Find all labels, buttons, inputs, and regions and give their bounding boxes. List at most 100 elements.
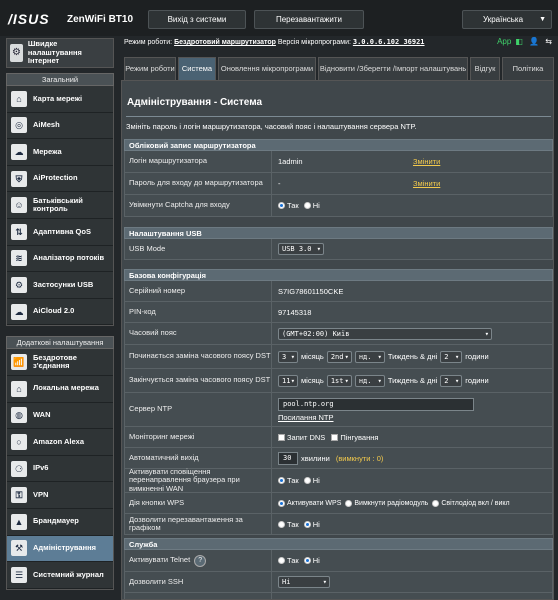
sidebar-item[interactable]: ⛨ AiProtection bbox=[7, 165, 113, 193]
sidebar-item[interactable]: ⇅ Адаптивна QoS bbox=[7, 218, 113, 246]
wps-activate-radio[interactable] bbox=[278, 499, 285, 507]
captcha-yes-radio[interactable] bbox=[278, 202, 285, 209]
model-name: ZenWiFi BT10 bbox=[67, 14, 134, 25]
advanced-header: Додаткові налаштування bbox=[6, 336, 114, 350]
ping-checkbox[interactable] bbox=[331, 433, 339, 441]
reboot-schedule-no-radio[interactable] bbox=[303, 520, 311, 528]
dst-end-week-select[interactable]: 1st bbox=[326, 374, 352, 387]
captcha-no-radio[interactable] bbox=[303, 202, 311, 209]
sidebar-item[interactable]: ☁ AiCloud 2.0 bbox=[7, 298, 113, 326]
sidebar-item[interactable]: ☰ Системний журнал bbox=[7, 562, 113, 589]
sidebar-item[interactable]: ◍ WAN bbox=[7, 402, 113, 430]
wan-icon: ◍ bbox=[11, 407, 27, 424]
mode-value[interactable]: Бездротовий маршрутизатор bbox=[174, 39, 276, 46]
ssh-select[interactable]: Ні bbox=[278, 576, 330, 588]
tab-system[interactable]: Система bbox=[178, 57, 216, 80]
pin-row: PIN-код 97145318 bbox=[124, 302, 553, 323]
tab-policy[interactable]: Політика bbox=[502, 57, 554, 80]
ntp-link[interactable]: Посилання NTP bbox=[278, 413, 333, 422]
redirect-yes-radio[interactable] bbox=[278, 477, 285, 484]
sidebar-item[interactable]: ⚿ VPN bbox=[7, 482, 113, 509]
alexa-icon: ○ bbox=[11, 433, 27, 450]
sidebar-item[interactable]: ⌂ Локальна мережа bbox=[7, 375, 113, 403]
wps-radio-off-radio[interactable] bbox=[345, 499, 353, 507]
change-login-link[interactable]: Змінити bbox=[413, 157, 440, 166]
chevron-down-icon: ▼ bbox=[539, 16, 546, 23]
sidebar-item[interactable]: ☁ Мережа bbox=[7, 139, 113, 166]
auto-logout-row: Автоматичний вихід 30 хвилини (вимкнути … bbox=[124, 448, 553, 469]
aiprotection-icon: ⛨ bbox=[11, 170, 27, 187]
pin-label: PIN-код bbox=[125, 302, 272, 322]
auto-logout-hint: (вимкнути : 0) bbox=[335, 453, 384, 463]
telnet-yes-radio[interactable] bbox=[278, 557, 285, 564]
page-title: Адміністрування - Система bbox=[127, 97, 263, 108]
logout-button[interactable]: Вихід з системи bbox=[148, 10, 246, 29]
dst-start-row: Починається заміна часового поясу DST 3 … bbox=[124, 345, 553, 369]
sidebar-item[interactable]: ○ Amazon Alexa bbox=[7, 429, 113, 456]
aicloud-icon: ☁ bbox=[11, 303, 27, 320]
reboot-schedule-yes-radio[interactable] bbox=[278, 520, 285, 528]
sidebar-item-label: Застосунки USB bbox=[33, 279, 94, 289]
telnet-no-radio[interactable] bbox=[303, 557, 311, 564]
dst-start-week-select[interactable]: 2nd bbox=[326, 350, 352, 363]
dst-start-month-word: місяць bbox=[301, 352, 324, 361]
help-icon[interactable]: ? bbox=[194, 554, 207, 567]
redirect-no-radio[interactable] bbox=[303, 477, 311, 484]
dst-end-day-select[interactable]: нд. bbox=[354, 374, 385, 387]
sidebar-item[interactable]: ◎ AiMesh bbox=[7, 112, 113, 140]
app-icon[interactable]: ◧ bbox=[515, 37, 523, 46]
dst-end-month-select[interactable]: 11 bbox=[278, 374, 298, 387]
language-select[interactable]: Українська ▼ bbox=[462, 10, 552, 29]
dst-end-week-word: Тиждень & дні bbox=[387, 376, 438, 385]
dst-start-month-select[interactable]: 3 bbox=[278, 350, 298, 363]
wps-led-radio[interactable] bbox=[432, 499, 440, 507]
sidebar-item[interactable]: ☺ Батьківський контроль bbox=[7, 192, 113, 219]
tab-feedback[interactable]: Відгук bbox=[470, 57, 500, 80]
password-row: Пароль для входу до маршрутизатора - Змі… bbox=[124, 173, 553, 195]
dst-end-hour-select[interactable]: 2 bbox=[440, 374, 463, 387]
dns-query-checkbox[interactable] bbox=[278, 433, 285, 441]
reboot-button[interactable]: Перезавантажити bbox=[254, 10, 364, 29]
sidebar-item[interactable]: 📶 Бездротове з'єднання bbox=[7, 349, 113, 376]
telnet-label: Активувати Telnet bbox=[129, 555, 191, 565]
user-icon[interactable]: 👤 bbox=[529, 37, 539, 46]
sidebar-item[interactable]: ⚒ Адміністрування bbox=[7, 535, 113, 563]
firmware-value[interactable]: 3.0.0.6.102_36921 bbox=[353, 38, 425, 46]
sidebar-item[interactable]: ≋ Аналізатор потоків bbox=[7, 245, 113, 273]
auto-logout-input[interactable]: 30 bbox=[278, 451, 298, 465]
aimesh-icon: ◎ bbox=[11, 117, 27, 134]
sidebar-item-label: Карта мережі bbox=[33, 93, 83, 103]
captcha-row: Увімкнути Captcha для входу Так Ні bbox=[124, 195, 553, 217]
redirect-row: Активувати сповіщення перенаправлення бр… bbox=[124, 467, 553, 493]
ntp-server-input[interactable]: pool.ntp.org bbox=[278, 397, 474, 411]
basic-config-section: Базова конфігурація Серійний номер S7IG7… bbox=[124, 269, 553, 535]
ping-label: Пінгування bbox=[340, 432, 379, 442]
dst-end-label: Закінчується заміна часового поясу DST bbox=[125, 369, 272, 392]
tab-operation-mode[interactable]: Режим роботи bbox=[124, 57, 176, 80]
tab-restore-save[interactable]: Відновити /Зберегти /Імпорт налаштувань bbox=[318, 57, 468, 80]
asus-logo: /ISUS bbox=[8, 11, 50, 27]
dst-start-day-select[interactable]: нд. bbox=[354, 350, 385, 363]
change-password-link[interactable]: Змінити bbox=[413, 179, 440, 188]
telnet-label-cell: Активувати Telnet ? bbox=[125, 550, 272, 571]
dns-query-label: Запит DNS bbox=[287, 432, 326, 442]
dst-start-hour-select[interactable]: 2 bbox=[440, 350, 463, 363]
sidebar-item[interactable]: ⚙ Застосунки USB bbox=[7, 272, 113, 299]
usb-status-icon[interactable]: ⇆ bbox=[545, 37, 552, 46]
tab-firmware-upgrade[interactable]: Оновлення мікропрограми bbox=[218, 57, 316, 80]
usb-mode-row: USB Mode USB 3.0 bbox=[124, 239, 553, 260]
title-divider bbox=[126, 116, 551, 117]
usb-mode-select[interactable]: USB 3.0 bbox=[278, 243, 324, 255]
sidebar-item[interactable]: ⚆ IPv6 bbox=[7, 455, 113, 483]
sidebar-item[interactable]: ▲ Брандмауер bbox=[7, 508, 113, 536]
sidebar-item-label: Брандмауер bbox=[33, 516, 79, 526]
timezone-select[interactable]: (GMT+02:00) Київ bbox=[278, 327, 492, 340]
app-label[interactable]: App bbox=[497, 37, 511, 46]
quick-setup-label: Швидке налаштування Інтернет bbox=[27, 39, 82, 66]
wps-led-label: Світлодіод вкл / викл bbox=[441, 499, 510, 507]
usb-mode-label: USB Mode bbox=[125, 239, 272, 259]
sidebar-item[interactable]: ⌂ Карта мережі bbox=[7, 86, 113, 113]
account-section: Обліковий запис маршрутизатора Логін мар… bbox=[124, 139, 553, 217]
sidebar-item-label: AiProtection bbox=[33, 173, 78, 183]
quick-setup-button[interactable]: ⚙ Швидке налаштування Інтернет bbox=[6, 38, 114, 68]
